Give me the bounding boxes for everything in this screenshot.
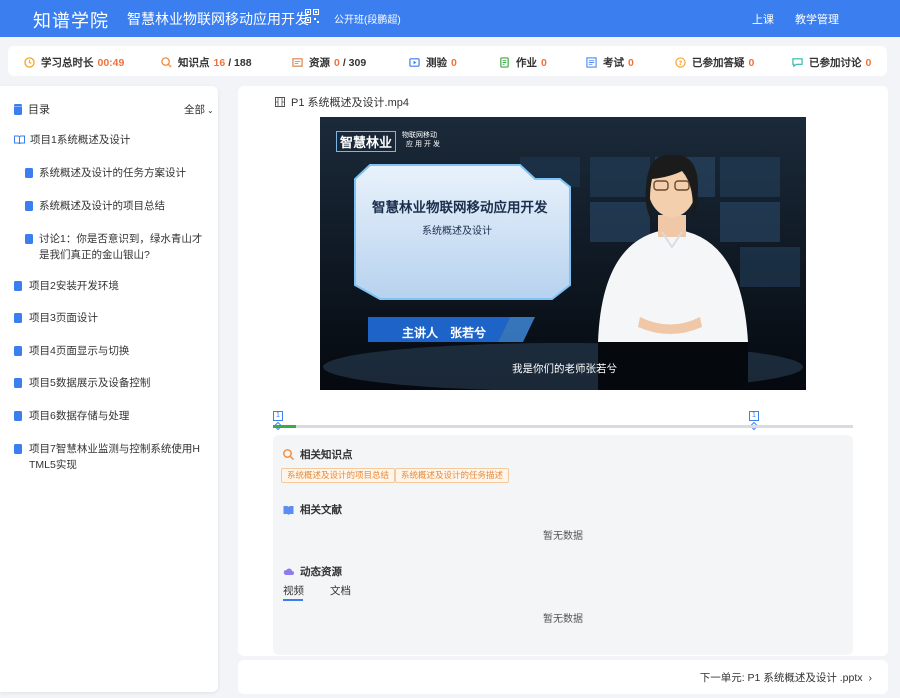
stat-study-time: 学习总时长 00:49 <box>24 55 124 70</box>
discussion-icon <box>792 58 803 68</box>
dynamic-empty-text: 暂无数据 <box>543 614 583 625</box>
progress-marker-end[interactable]: 1 <box>749 411 759 421</box>
knowledge-icon <box>161 57 172 68</box>
catalog-item-project-4[interactable]: 项目4页面显示与切换 <box>14 343 204 359</box>
video-subtitle: 我是你们的老师张若兮 <box>512 363 617 375</box>
progress-marker-start[interactable]: 1 <box>273 411 283 421</box>
search-knowledge-icon <box>283 449 294 460</box>
stat-exam: 考试 0 <box>586 55 634 70</box>
catalog-icon <box>14 103 22 115</box>
chevron-down-icon: ⌄ <box>207 106 214 115</box>
stat-quiz: 测验 0 <box>409 55 457 70</box>
video-progress-bar[interactable] <box>273 425 853 428</box>
video-frame <box>320 117 806 390</box>
document-icon <box>25 234 33 244</box>
stat-resources: 资源 0/ 309 <box>292 55 366 70</box>
class-name[interactable]: 公开班(段鹏超) <box>334 11 401 26</box>
stat-qa: ? 已参加答疑 0 <box>675 55 754 70</box>
svg-text:?: ? <box>679 59 683 67</box>
cloud-icon <box>283 568 294 575</box>
book-icon <box>283 505 294 515</box>
qa-icon: ? <box>675 57 686 68</box>
document-icon <box>14 378 22 388</box>
knowledge-tag[interactable]: 系统概述及设计的项目总结 <box>281 468 396 483</box>
catalog-item-project-6[interactable]: 项目6数据存储与处理 <box>14 408 204 424</box>
tab-document[interactable]: 文档 <box>330 583 351 598</box>
knowledge-section-title: 相关知识点 <box>283 447 353 462</box>
video-subheadline: 系统概述及设计 <box>422 226 492 237</box>
active-tab-indicator <box>283 599 303 601</box>
course-title: 智慧林业物联网移动应用开发 <box>127 11 309 27</box>
file-title: P1 系统概述及设计.mp4 <box>275 94 409 110</box>
chevron-right-icon: › <box>868 672 873 684</box>
nav-class-link[interactable]: 上课 <box>752 11 774 27</box>
catalog-item-discussion-1[interactable]: 讨论1：你是否意识到，绿水青山才是我们真正的金山银山? <box>25 231 205 263</box>
catalog-item-project-1[interactable]: 项目1系统概述及设计 <box>14 132 204 148</box>
catalog-item-task-plan[interactable]: 系统概述及设计的任务方案设计 <box>25 165 205 181</box>
catalog-item-project-7[interactable]: 项目7智慧林业监测与控制系统使用HTML5实现 <box>14 441 206 473</box>
nav-teaching-management-link[interactable]: 教学管理 <box>795 11 839 27</box>
literature-empty-text: 暂无数据 <box>543 531 583 542</box>
video-progress-fill <box>273 425 297 428</box>
top-navigation-bar: 知谱学院 智慧林业物联网移动应用开发 公开班(段鹏超) 上课 教学管理 <box>0 0 900 37</box>
video-headline: 智慧林业物联网移动应用开发 <box>372 200 548 215</box>
document-icon <box>14 444 22 454</box>
next-unit-bar: 下一单元: P1 系统概述及设计 .pptx › <box>238 660 888 694</box>
tab-video[interactable]: 视频 <box>283 583 304 598</box>
open-book-icon <box>14 135 25 144</box>
learning-stats-bar: 学习总时长 00:49 知识点 16/ 188 资源 0/ 309 测验 0 作业 0 考… <box>8 46 887 76</box>
document-icon <box>25 201 33 211</box>
document-icon <box>14 313 22 323</box>
homework-icon <box>500 57 509 68</box>
video-player[interactable]: 智慧林业 物联网移动 应用开发 智慧林业物联网移动应用开发 系统概述及设计 主讲… <box>320 117 806 390</box>
document-icon <box>14 281 22 291</box>
dynamic-section-title: 动态资源 <box>283 564 342 579</box>
catalog-item-project-2[interactable]: 项目2安装开发环境 <box>14 278 204 294</box>
video-brand-subline-2: 应用开发 <box>406 141 442 148</box>
exam-icon <box>586 57 597 68</box>
catalog-filter-dropdown[interactable]: 全部 ⌄ <box>184 102 214 117</box>
main-content-panel: P1 系统概述及设计.mp4 智慧林业 物联网移动 应用开发 智慧林业物联网移动… <box>238 86 888 656</box>
video-file-icon <box>275 97 285 107</box>
literature-section-title: 相关文献 <box>283 502 342 517</box>
clock-icon <box>24 57 35 68</box>
knowledge-tag[interactable]: 系统概述及设计的任务描述 <box>395 468 510 483</box>
catalog-item-project-5[interactable]: 项目5数据展示及设备控制 <box>14 375 204 391</box>
stat-knowledge-points: 知识点 16/ 188 <box>161 55 252 70</box>
site-logo[interactable]: 知谱学院 <box>33 7 109 33</box>
qr-code-icon[interactable] <box>305 9 319 23</box>
resource-icon <box>292 58 303 67</box>
document-icon <box>14 346 22 356</box>
stat-discussion: 已参加讨论 0 <box>792 55 871 70</box>
catalog-title: 目录 <box>14 101 50 117</box>
catalog-sidebar: 目录 全部 ⌄ 项目1系统概述及设计 系统概述及设计的任务方案设计 系统概述及设计… <box>0 86 218 692</box>
catalog-item-summary[interactable]: 系统概述及设计的项目总结 <box>25 198 205 214</box>
stat-homework: 作业 0 <box>499 55 547 70</box>
document-icon <box>25 168 33 178</box>
resource-info-panel: 相关知识点 系统概述及设计的项目总结 系统概述及设计的任务描述 相关文献 暂无数… <box>273 435 853 655</box>
next-unit-link[interactable]: 下一单元: P1 系统概述及设计 .pptx › <box>700 670 872 685</box>
quiz-icon <box>409 58 420 67</box>
document-icon <box>14 411 22 421</box>
catalog-item-project-3[interactable]: 项目3页面设计 <box>14 310 204 326</box>
video-presenter-name: 主讲人 张若兮 <box>402 326 487 340</box>
video-brand-logo: 智慧林业 <box>336 131 397 152</box>
